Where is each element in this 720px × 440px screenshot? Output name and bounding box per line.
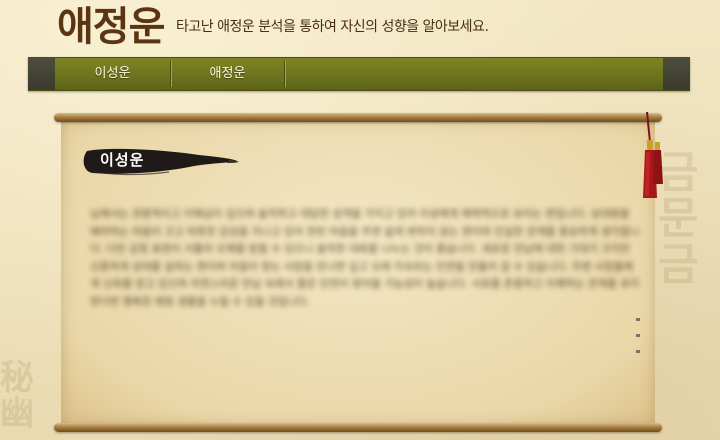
nav-item-iseongun[interactable]: 이성운 <box>55 58 170 90</box>
page-tagline: 타고난 애정운 분석을 통하여 자신의 성향을 알아보세요. <box>176 19 489 35</box>
brand-title[interactable]: 애정운 <box>57 0 165 52</box>
nav-cap-right <box>663 58 690 90</box>
nav-cap-left <box>28 58 55 90</box>
scroll-edge-marks <box>636 318 640 358</box>
scroll-rod-top <box>54 113 662 122</box>
nav-divider <box>284 61 286 87</box>
nav-item-aejeongun[interactable]: 애정운 <box>170 58 285 90</box>
red-tassel-icon <box>643 112 663 198</box>
fortune-description: 님께서는 관용적이고 이해심이 깊으며 솔직하고 대담한 성격을 가지고 있어 … <box>90 208 640 308</box>
section-title: 이성운 <box>100 151 145 169</box>
decorative-calligraphy: 秘幽 <box>0 358 34 434</box>
scroll-rod-bottom <box>54 423 662 432</box>
main-nav: 이성운 애정운 <box>28 57 690 91</box>
